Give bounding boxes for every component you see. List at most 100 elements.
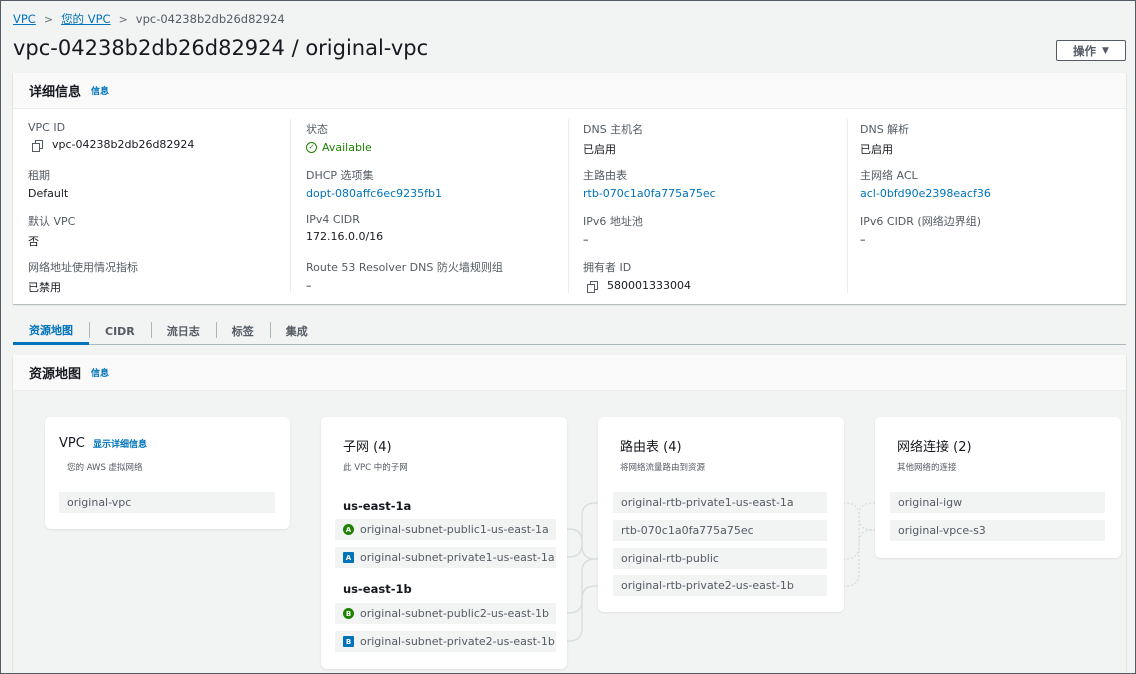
copy-icon[interactable] (32, 139, 43, 152)
field-value: 已启用 (583, 143, 616, 156)
route-tables-box: 路由表 (4) 将网络流量路由到资源 original-rtb-private1… (598, 417, 844, 612)
column-divider (290, 119, 291, 293)
field-label: DNS 主机名 (583, 123, 644, 136)
field-ipv4-cidr: IPv4 CIDR 172.16.0.0/16 (306, 213, 383, 243)
field-label: 状态 (306, 123, 328, 136)
subnet-item[interactable]: B original-subnet-public2-us-east-1b (335, 603, 556, 624)
field-value: Default (28, 187, 69, 200)
tab-integrations[interactable]: 集成 (269, 318, 324, 344)
field-label: 主路由表 (583, 169, 627, 182)
field-state: 状态 ✓ Available (306, 121, 372, 154)
main-route-table-link[interactable]: rtb-070c1a0fa775a75ec (583, 187, 716, 200)
field-label: Route 53 Resolver DNS 防火墙规则组 (306, 261, 503, 274)
connections-box: 网络连接 (2) 其他网络的连接 original-igw original-v… (875, 417, 1121, 558)
field-ipv6-pool: IPv6 地址池 – (583, 213, 643, 246)
connection-item[interactable]: original-igw (890, 492, 1105, 513)
field-ipv6-cidr: IPv6 CIDR (网络边界组) – (860, 213, 981, 246)
connections-box-subtitle: 其他网络的连接 (897, 463, 957, 473)
resource-map-info-link[interactable]: 信息 (91, 366, 109, 379)
breadcrumb-vpc-link[interactable]: VPC (13, 12, 36, 26)
field-label: IPv6 CIDR (网络边界组) (860, 215, 981, 228)
subnet-name: original-subnet-public2-us-east-1b (360, 607, 550, 620)
details-header: 详细信息 信息 (13, 73, 1126, 109)
field-label: IPv6 地址池 (583, 215, 643, 228)
field-value: – (306, 279, 312, 292)
field-label: 主网络 ACL (860, 169, 918, 182)
details-info-link[interactable]: 信息 (91, 84, 109, 97)
vpc-box-title: VPC 显示详细信息 (59, 436, 147, 451)
tab-bar: 资源地图 CIDR 流日志 标签 集成 (13, 318, 1126, 345)
field-label: 拥有者 ID (583, 261, 632, 274)
tab-tags[interactable]: 标签 (215, 318, 270, 344)
subnet-name: original-subnet-public1-us-east-1a (360, 523, 549, 536)
field-label: 网络地址使用情况指标 (28, 261, 138, 274)
field-vpc-id: VPC ID vpc-04238b2db26d82924 (28, 121, 194, 152)
field-value: – (860, 233, 866, 246)
field-label: 租期 (28, 169, 50, 182)
az-a-public-icon: A (343, 524, 354, 535)
details-panel: 详细信息 信息 VPC ID vpc-04238b2db26d82924 租期 … (13, 73, 1126, 304)
field-value: vpc-04238b2db26d82924 (28, 138, 194, 152)
subnet-name: original-subnet-private1-us-east-1a (360, 551, 555, 564)
vpc-box-title-text: VPC (59, 436, 85, 451)
chevron-right-icon: > (43, 12, 54, 26)
caret-down-icon: ▼ (1102, 45, 1109, 56)
status-text: Available (322, 141, 372, 154)
route-table-item[interactable]: rtb-070c1a0fa775a75ec (613, 520, 827, 541)
page-title: vpc-04238b2db26d82924 / original-vpc (13, 36, 429, 60)
field-value: 580001333004 (583, 279, 691, 293)
field-value: ✓ Available (306, 141, 372, 154)
actions-dropdown-button[interactable]: 操作 ▼ (1056, 40, 1126, 61)
dhcp-link[interactable]: dopt-080affc6ec9235fb1 (306, 187, 442, 200)
field-value: 否 (28, 235, 39, 248)
az-label-us-east-1b: us-east-1b (343, 582, 412, 596)
show-details-link[interactable]: 显示详细信息 (93, 440, 147, 450)
subnet-item[interactable]: A original-subnet-private1-us-east-1a (335, 547, 556, 568)
field-label: VPC ID (28, 121, 66, 134)
vpc-item[interactable]: original-vpc (59, 492, 275, 513)
breadcrumb-your-vpcs-link[interactable]: 您的 VPC (61, 11, 111, 27)
column-divider (568, 119, 569, 293)
subnet-item[interactable]: B original-subnet-private2-us-east-1b (335, 631, 556, 652)
copy-icon[interactable] (587, 280, 598, 293)
field-value: 已启用 (860, 143, 893, 156)
breadcrumb: VPC > 您的 VPC > vpc-04238b2db26d82924 (13, 11, 285, 27)
route-table-item[interactable]: original-rtb-private1-us-east-1a (613, 492, 827, 513)
subnet-name: original-subnet-private2-us-east-1b (360, 635, 555, 648)
az-b-public-icon: B (343, 608, 354, 619)
resource-map-header: 资源地图 信息 (13, 355, 1126, 391)
field-default-vpc: 默认 VPC 否 (28, 213, 75, 249)
tab-flow-logs[interactable]: 流日志 (150, 318, 216, 344)
tab-resource-map[interactable]: 资源地图 (13, 318, 89, 345)
subnets-box: 子网 (4) 此 VPC 中的子网 us-east-1a A original-… (321, 417, 567, 669)
az-label-us-east-1a: us-east-1a (343, 499, 412, 513)
field-label: DHCP 选项集 (306, 169, 374, 182)
actions-label: 操作 (1073, 43, 1097, 58)
chevron-right-icon: > (118, 12, 128, 26)
tab-cidr[interactable]: CIDR (89, 318, 151, 344)
field-value: – (583, 233, 589, 246)
field-label: IPv4 CIDR (306, 213, 360, 226)
column-divider (847, 119, 848, 293)
field-label: DNS 解析 (860, 123, 910, 136)
owner-id-value: 580001333004 (607, 279, 691, 292)
resource-map-canvas: VPC 显示详细信息 您的 AWS 虚拟网络 original-vpc 子网 (… (13, 391, 1126, 674)
az-b-private-icon: B (343, 636, 354, 647)
details-title: 详细信息 (29, 85, 82, 100)
subnet-item[interactable]: A original-subnet-public1-us-east-1a (335, 519, 556, 540)
connections-box-title: 网络连接 (2) (897, 440, 972, 455)
status-available-icon: ✓ (306, 142, 317, 153)
subnets-box-title: 子网 (4) (343, 440, 392, 455)
connection-item[interactable]: original-vpce-s3 (890, 520, 1105, 541)
field-main-acl: 主网络 ACL acl-0bfd90e2398eacf36 (860, 167, 991, 200)
route-table-item[interactable]: original-rtb-public (613, 548, 827, 569)
subnets-box-subtitle: 此 VPC 中的子网 (343, 463, 408, 473)
route-table-item[interactable]: original-rtb-private2-us-east-1b (613, 575, 827, 596)
field-value: 172.16.0.0/16 (306, 230, 384, 243)
main-acl-link[interactable]: acl-0bfd90e2398eacf36 (860, 187, 991, 200)
az-a-private-icon: A (343, 552, 354, 563)
field-main-route-table: 主路由表 rtb-070c1a0fa775a75ec (583, 167, 716, 200)
field-dns-hostnames: DNS 主机名 已启用 (583, 121, 643, 157)
route-tables-box-title: 路由表 (4) (620, 440, 682, 455)
vpc-box: VPC 显示详细信息 您的 AWS 虚拟网络 original-vpc (45, 417, 290, 529)
